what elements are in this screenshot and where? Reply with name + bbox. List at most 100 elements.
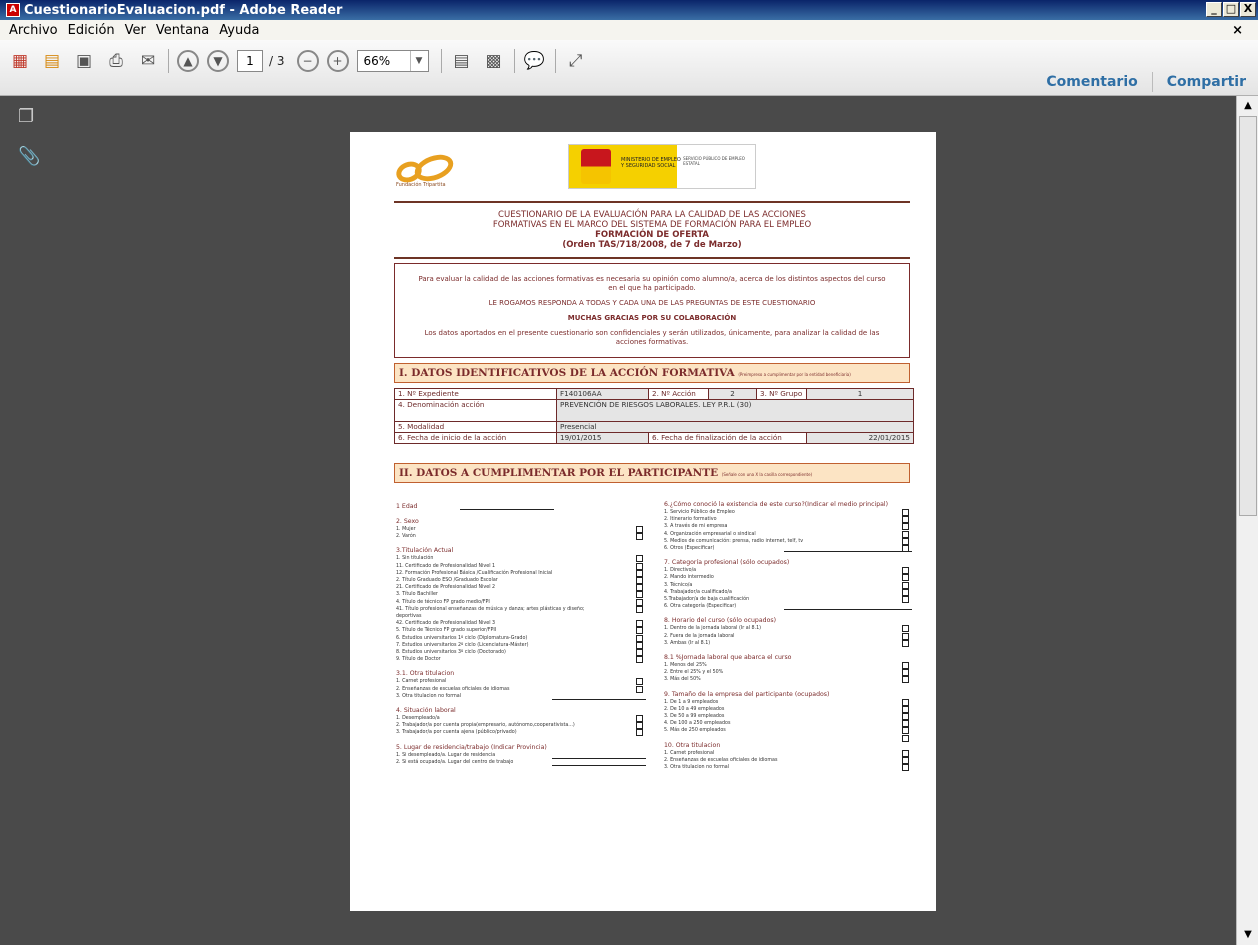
option-checkbox[interactable]: [902, 756, 909, 764]
option-checkbox[interactable]: [636, 526, 643, 533]
comment-tab[interactable]: Comentario: [1046, 74, 1137, 90]
option-checkbox[interactable]: [902, 662, 909, 670]
answer-line[interactable]: [784, 609, 912, 611]
fit-page-icon[interactable]: ▤: [450, 49, 474, 73]
option-checkbox[interactable]: [636, 634, 643, 642]
scroll-up-icon[interactable]: ▲: [1239, 98, 1257, 114]
option-checkbox[interactable]: [902, 749, 909, 757]
option-checkbox[interactable]: [902, 596, 909, 604]
answer-line[interactable]: [784, 551, 912, 553]
option-checkbox[interactable]: [902, 530, 909, 538]
question-option: 3. Trabajador/a por cuenta ajena (públic…: [396, 729, 646, 737]
answer-line[interactable]: [552, 764, 646, 766]
option-checkbox[interactable]: [902, 705, 909, 713]
answer-line[interactable]: [552, 698, 646, 700]
expediente-label: 1. Nº Expediente: [394, 388, 557, 400]
comment-bubble-icon[interactable]: 💬: [523, 49, 547, 73]
option-label: 6. Otra categoría (Especificar): [664, 604, 737, 610]
option-checkbox[interactable]: [902, 669, 909, 677]
option-checkbox[interactable]: [902, 625, 909, 633]
option-checkbox[interactable]: [636, 641, 643, 649]
option-checkbox[interactable]: [902, 516, 909, 524]
menu-archivo[interactable]: Archivo: [4, 23, 63, 38]
question-option: 4. Trabajador/a cualificado/a: [664, 588, 914, 596]
menu-ayuda[interactable]: Ayuda: [214, 23, 264, 38]
maximize-button[interactable]: □: [1223, 2, 1239, 17]
option-checkbox[interactable]: [902, 639, 909, 647]
option-checkbox[interactable]: [902, 581, 909, 589]
option-label: 8. Estudios universitarios 3º ciclo (Doc…: [396, 650, 506, 656]
option-label: 3. Ambas (Ir al 8.1): [664, 640, 711, 646]
close-button[interactable]: X: [1240, 2, 1256, 17]
option-checkbox[interactable]: [636, 685, 643, 693]
toolbar-separator: [554, 48, 556, 73]
zoom-value: 66%: [363, 53, 391, 68]
option-checkbox[interactable]: [636, 649, 643, 657]
option-checkbox[interactable]: [636, 729, 643, 737]
option-checkbox[interactable]: [636, 577, 643, 585]
minimize-button[interactable]: _: [1206, 2, 1222, 17]
option-label: 2. Entre el 25% y el 50%: [664, 670, 724, 676]
option-checkbox[interactable]: [636, 678, 643, 686]
section-2-title: II. DATOS A CUMPLIMENTAR POR EL PARTICIP…: [399, 467, 719, 479]
attachments-paperclip-icon[interactable]: 📎: [18, 146, 40, 167]
option-checkbox[interactable]: [902, 588, 909, 596]
option-checkbox[interactable]: [902, 727, 909, 735]
vertical-scrollbar[interactable]: ▲ ▼: [1236, 96, 1258, 945]
page-thumbnails-icon[interactable]: ❐: [18, 106, 36, 127]
menu-edicion[interactable]: Edición: [63, 23, 120, 38]
close-document-icon[interactable]: ×: [1227, 23, 1248, 38]
option-checkbox[interactable]: [636, 598, 643, 606]
scroll-down-icon[interactable]: ▼: [1239, 927, 1257, 943]
scroll-thumb[interactable]: [1239, 116, 1257, 516]
option-checkbox[interactable]: [902, 567, 909, 575]
option-checkbox[interactable]: [636, 562, 643, 570]
option-checkbox[interactable]: [902, 509, 909, 516]
option-label: 3. A través de mi empresa: [664, 524, 728, 530]
option-checkbox[interactable]: [636, 715, 643, 723]
document-title: CUESTIONARIO DE LA EVALUACIÓN PARA LA CA…: [394, 210, 910, 250]
open-icon[interactable]: ▤: [40, 49, 64, 73]
option-checkbox[interactable]: [636, 605, 643, 613]
option-checkbox[interactable]: [902, 523, 909, 531]
option-checkbox[interactable]: [902, 698, 909, 706]
share-tab[interactable]: Compartir: [1167, 74, 1246, 90]
option-checkbox[interactable]: [902, 632, 909, 640]
question-heading: 4. Situación laboral: [396, 707, 456, 715]
option-checkbox[interactable]: [902, 574, 909, 582]
option-checkbox[interactable]: [636, 620, 643, 628]
option-label: 7. Estudios universitarios 2º ciclo (Lic…: [396, 642, 529, 648]
fit-width-icon[interactable]: ▩: [482, 49, 506, 73]
full-screen-icon[interactable]: ⤢: [564, 49, 588, 73]
previous-page-icon[interactable]: ▲: [177, 49, 199, 72]
question-option: 12. Formación Profesional Básica /Cualif…: [396, 569, 646, 577]
zoom-out-icon[interactable]: −: [296, 49, 319, 72]
menu-ver[interactable]: Ver: [120, 23, 151, 38]
option-checkbox[interactable]: [636, 656, 643, 664]
option-checkbox[interactable]: [636, 722, 643, 730]
page-number-input[interactable]: 1: [237, 49, 263, 72]
save-icon[interactable]: ▣: [72, 49, 96, 73]
option-checkbox[interactable]: [636, 584, 643, 592]
zoom-select[interactable]: 66% ▼: [356, 49, 429, 72]
chevron-down-icon[interactable]: ▼: [409, 50, 428, 71]
option-checkbox[interactable]: [902, 764, 909, 772]
option-checkbox[interactable]: [636, 555, 643, 563]
option-checkbox[interactable]: [636, 591, 643, 599]
next-page-icon[interactable]: ▼: [207, 49, 229, 72]
option-checkbox[interactable]: [636, 533, 643, 541]
option-checkbox[interactable]: [902, 537, 909, 545]
option-checkbox[interactable]: [902, 713, 909, 721]
email-icon[interactable]: ✉: [136, 49, 160, 73]
menu-ventana[interactable]: Ventana: [151, 23, 214, 38]
question-heading: 2. Sexo: [396, 518, 419, 525]
create-pdf-icon[interactable]: ▦: [8, 49, 32, 73]
option-checkbox[interactable]: [902, 720, 909, 728]
option-checkbox[interactable]: [636, 627, 643, 635]
answer-line[interactable]: [460, 509, 554, 510]
print-icon[interactable]: ⎙: [104, 49, 128, 73]
zoom-in-icon[interactable]: +: [326, 49, 349, 72]
option-checkbox[interactable]: [636, 569, 643, 577]
option-label: 3. Título Bachiller: [396, 592, 438, 598]
option-checkbox[interactable]: [902, 676, 909, 684]
